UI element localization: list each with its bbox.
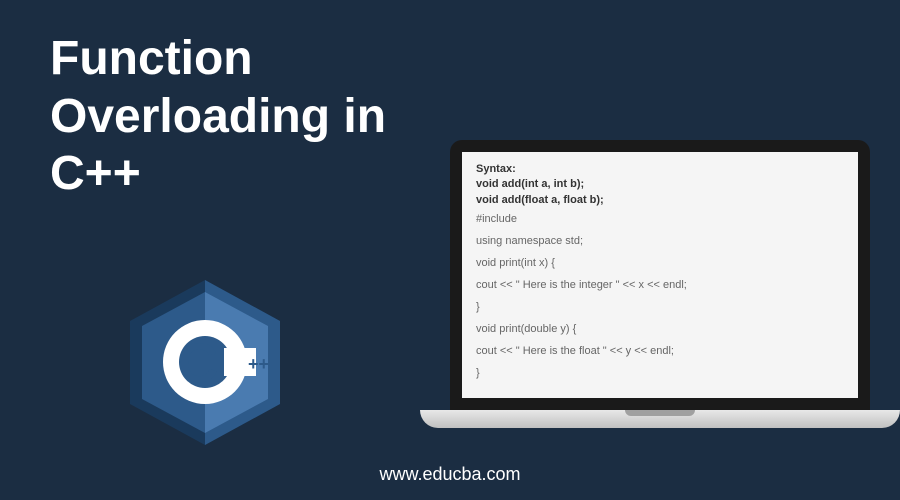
title-line-3: C++ bbox=[50, 145, 386, 203]
code-syntax-1: void add(int a, int b); bbox=[476, 177, 844, 192]
code-func2-body: cout << " Here is the float " << y << en… bbox=[476, 340, 844, 362]
code-syntax-label: Syntax: bbox=[476, 162, 844, 177]
svg-text:++: ++ bbox=[248, 354, 269, 374]
title-line-1: Function bbox=[50, 30, 386, 88]
code-func1-close: } bbox=[476, 296, 844, 318]
page-title: Function Overloading in C++ bbox=[50, 30, 386, 203]
laptop-frame: Syntax: void add(int a, int b); void add… bbox=[450, 140, 870, 410]
laptop-illustration: Syntax: void add(int a, int b); void add… bbox=[450, 140, 870, 428]
code-func2-close: } bbox=[476, 362, 844, 384]
code-screen: Syntax: void add(int a, int b); void add… bbox=[462, 152, 858, 398]
code-func1-open: void print(int x) { bbox=[476, 252, 844, 274]
laptop-notch bbox=[625, 410, 695, 416]
code-func1-body: cout << " Here is the integer " << x << … bbox=[476, 274, 844, 296]
code-namespace: using namespace std; bbox=[476, 230, 844, 252]
footer-url: www.educba.com bbox=[379, 464, 520, 485]
code-func2-open: void print(double y) { bbox=[476, 318, 844, 340]
title-line-2: Overloading in bbox=[50, 88, 386, 146]
code-syntax-2: void add(float a, float b); bbox=[476, 193, 844, 208]
laptop-base bbox=[420, 410, 900, 428]
svg-text:C: C bbox=[178, 331, 218, 394]
code-include: #include bbox=[476, 208, 844, 230]
cpp-logo-icon: C ++ bbox=[130, 280, 280, 445]
